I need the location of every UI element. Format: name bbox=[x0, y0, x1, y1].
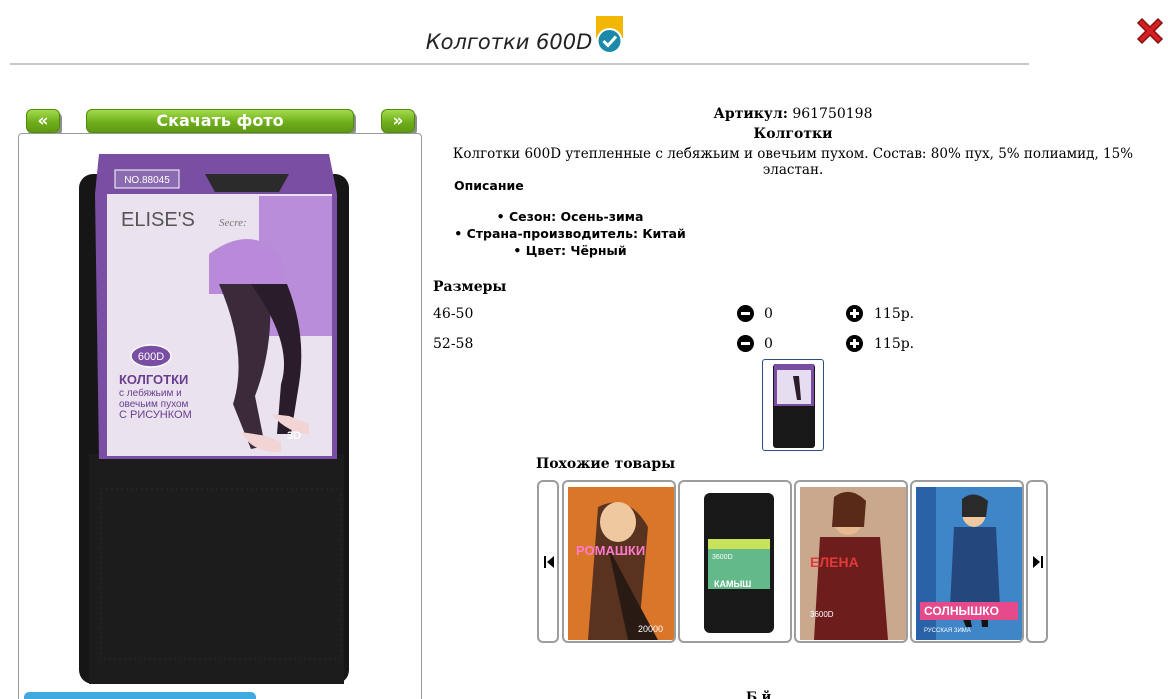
similar-item[interactable]: РОМАШКИ 20000 bbox=[562, 480, 676, 643]
size-row-label: 52-58 bbox=[433, 336, 474, 352]
package-name-line4: С РИСУНКОМ bbox=[119, 409, 192, 421]
similar-item[interactable]: ЕЛЕНА 3600D bbox=[794, 480, 908, 643]
minus-icon[interactable] bbox=[737, 335, 754, 352]
package-name-line1: КОЛГОТКИ bbox=[119, 372, 188, 387]
close-icon[interactable] bbox=[1133, 14, 1167, 48]
product-description: Колготки 600D утепленные с лебяжьим и ов… bbox=[452, 146, 1134, 178]
similar-item-label: ЕЛЕНА bbox=[810, 554, 859, 570]
similar-item-sub: 3600D bbox=[712, 554, 733, 561]
similar-item-image: РОМАШКИ 20000 bbox=[568, 487, 674, 640]
similar-item-image: ЕЛЕНА 3600D bbox=[800, 487, 906, 640]
similar-item[interactable]: КАМЫШ 3600D bbox=[678, 480, 792, 643]
sizes-heading: Размеры bbox=[433, 279, 507, 295]
size-row-price: 115р. bbox=[874, 306, 915, 322]
size-row-price: 115р. bbox=[874, 336, 915, 352]
plus-icon[interactable] bbox=[846, 335, 863, 352]
similar-item-image: КАМЫШ 3600D bbox=[684, 487, 790, 640]
feature-season: Сезон: Осень-зима bbox=[380, 209, 760, 224]
similar-item-label: СОЛНЫШКО bbox=[924, 604, 999, 618]
last-icon bbox=[1033, 556, 1043, 568]
next-photo-button[interactable]: » bbox=[381, 109, 415, 133]
similar-item-sub: 20000 bbox=[638, 624, 663, 634]
similar-heading: Похожие товары bbox=[536, 456, 676, 472]
carousel-prev[interactable] bbox=[537, 480, 559, 643]
title-divider bbox=[10, 63, 1029, 65]
size-row-label: 46-50 bbox=[433, 306, 474, 322]
thumbnail-image bbox=[773, 364, 815, 448]
package-code: NO.88045 bbox=[124, 175, 170, 186]
plus-icon[interactable] bbox=[846, 305, 863, 322]
product-title-text: Колготки 600D bbox=[425, 30, 593, 54]
package-brand-suffix: Secre: bbox=[219, 217, 247, 229]
package-brand: ELISE'S bbox=[121, 209, 195, 231]
tights-package-image: NO.88045 ELISE'S Secre: 600D КОЛГОТКИ с … bbox=[79, 154, 349, 684]
carousel-next[interactable] bbox=[1026, 480, 1048, 643]
similar-item-label: РОМАШКИ bbox=[576, 543, 645, 558]
package-name-line2: с лебяжьим и bbox=[119, 387, 182, 399]
size-row-qty: 0 bbox=[764, 306, 773, 322]
minus-icon[interactable] bbox=[737, 305, 754, 322]
product-photo: NO.88045 ELISE'S Secre: 600D КОЛГОТКИ с … bbox=[18, 133, 422, 699]
similar-item-label: КАМЫШ bbox=[714, 579, 751, 589]
similar-item[interactable]: СОЛНЫШКО РУССКАЯ ЗИМА bbox=[910, 480, 1024, 643]
photo-caption-bar bbox=[24, 692, 256, 699]
product-category: Колготки bbox=[753, 126, 833, 142]
feature-country: Страна-производитель: Китай bbox=[380, 226, 760, 241]
feature-color: Цвет: Чёрный bbox=[380, 243, 760, 258]
article-label: Артикул: bbox=[713, 106, 788, 122]
check-badge-icon bbox=[596, 16, 623, 54]
product-title: Колготки 600D bbox=[0, 30, 1018, 54]
article-line: Артикул: 961750198 bbox=[433, 106, 1153, 122]
prev-photo-button[interactable]: « bbox=[26, 109, 60, 133]
size-row-qty: 0 bbox=[764, 336, 773, 352]
package-badge: 600D bbox=[138, 351, 164, 363]
similar-item-image: СОЛНЫШКО РУССКАЯ ЗИМА bbox=[916, 487, 1022, 640]
first-icon bbox=[544, 556, 554, 568]
similar-item-sub: 3600D bbox=[810, 610, 834, 619]
details-heading: Описание bbox=[454, 178, 524, 193]
photo-thumbnail[interactable] bbox=[762, 359, 824, 451]
package-mark: 3D bbox=[287, 430, 301, 442]
article-value: 961750198 bbox=[792, 106, 873, 122]
download-photo-button[interactable]: Скачать фото bbox=[86, 109, 354, 133]
similar-item-sub: РУССКАЯ ЗИМА bbox=[924, 628, 971, 634]
bottom-partial-text: Б й bbox=[746, 690, 772, 699]
